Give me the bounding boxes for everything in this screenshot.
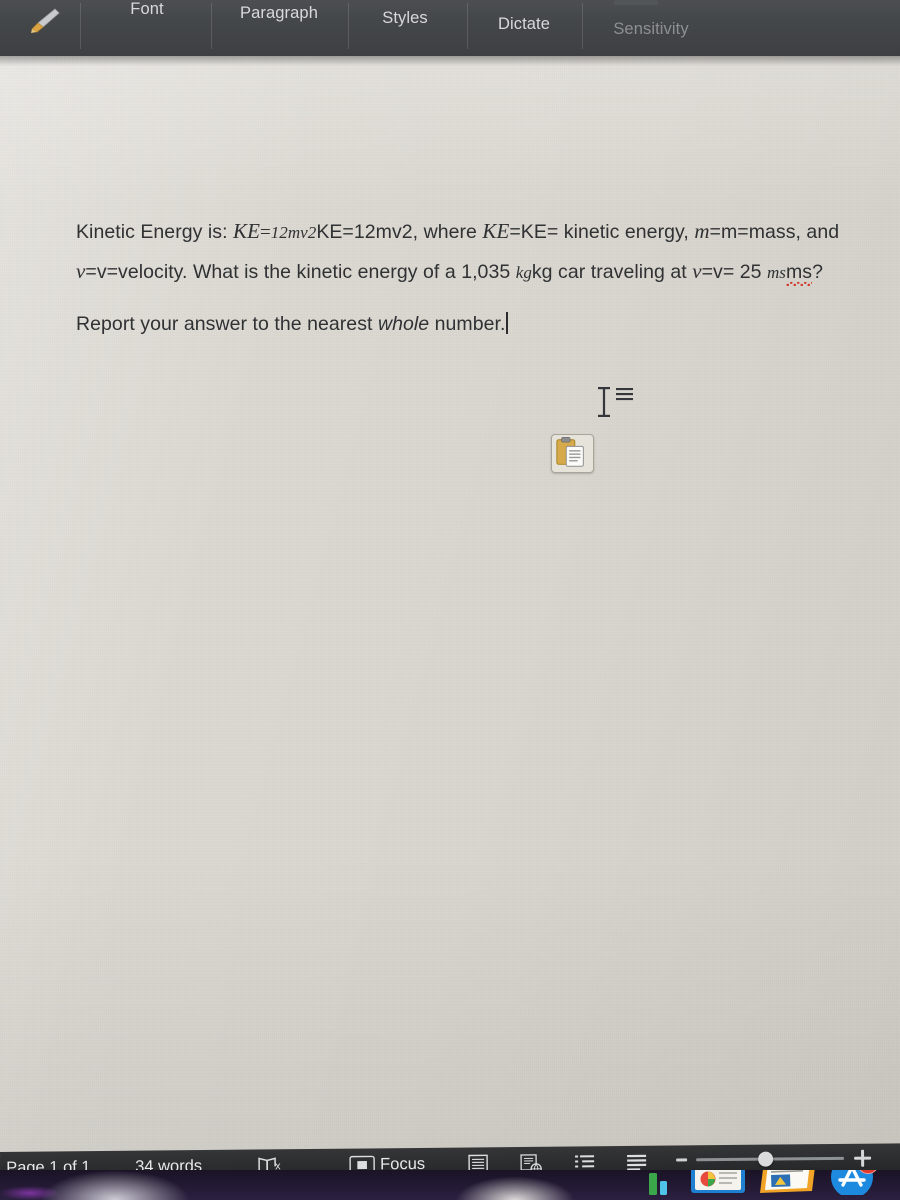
math-v-2: v bbox=[692, 259, 702, 283]
text-segment: kg car traveling at bbox=[531, 261, 693, 283]
math-kg: kg bbox=[515, 263, 532, 282]
document-body-text[interactable]: Kinetic Energy is: KE=12mv2KE=12mv2, whe… bbox=[76, 212, 886, 343]
text-segment: =m=mass, and bbox=[709, 221, 840, 243]
ribbon-divider bbox=[80, 3, 81, 49]
math-ms: ms bbox=[766, 263, 786, 282]
clipboard-paste-icon[interactable] bbox=[551, 434, 594, 473]
zoom-in-button[interactable] bbox=[854, 1150, 871, 1167]
page-top-shadow bbox=[0, 56, 900, 66]
ribbon-group-paragraph-label: Paragraph bbox=[240, 4, 318, 22]
ribbon-group-styles-label: Styles bbox=[382, 9, 428, 27]
math-fraction-fallback: 12mv2 bbox=[270, 223, 317, 242]
math-v-1: v bbox=[76, 259, 86, 283]
zoom-out-button[interactable] bbox=[676, 1158, 688, 1162]
ribbon-divider bbox=[348, 3, 349, 49]
italic-emphasis-whole: whole bbox=[377, 313, 430, 335]
pages-icon[interactable] bbox=[756, 1170, 820, 1200]
text-segment: KE=12mv2, where bbox=[316, 221, 483, 243]
ribbon-group-list: Font Paragraph Styles Dictate Sensitivit… bbox=[0, 0, 900, 56]
macos-dock: 5 bbox=[0, 1170, 900, 1200]
text-segment: Report your answer to the nearest bbox=[76, 313, 378, 335]
document-page[interactable]: Kinetic Energy is: KE=12mv2KE=12mv2, whe… bbox=[0, 56, 900, 1158]
text-segment: =v= 25 bbox=[701, 261, 767, 283]
misspelled-word-ms[interactable]: ms bbox=[785, 261, 813, 286]
ribbon-toolbar: Font Paragraph Styles Dictate Sensitivit… bbox=[0, 0, 900, 56]
text-segment: Kinetic Energy is: bbox=[76, 221, 234, 243]
math-ke-1: KE bbox=[233, 219, 260, 243]
keynote-icon[interactable] bbox=[690, 1170, 746, 1200]
ribbon-group-font[interactable]: Font bbox=[92, 0, 202, 50]
ribbon-group-dictate[interactable]: Dictate bbox=[472, 0, 576, 50]
ribbon-divider bbox=[211, 3, 212, 49]
text-segment: ? bbox=[812, 261, 823, 283]
paragraph-report-answer[interactable]: Report your answer to the nearest whole … bbox=[76, 305, 886, 343]
text-ibeam-cursor bbox=[590, 386, 636, 420]
ribbon-group-paragraph[interactable]: Paragraph bbox=[216, 0, 342, 50]
ribbon-group-styles[interactable]: Styles bbox=[352, 0, 458, 50]
text-segment: =v=velocity. What is the kinetic energy … bbox=[85, 261, 516, 283]
text-caret bbox=[506, 312, 508, 334]
ribbon-divider bbox=[582, 3, 583, 49]
math-equals-1: = bbox=[259, 222, 271, 243]
math-m: m bbox=[694, 219, 710, 243]
word-document-screenshot: Font Paragraph Styles Dictate Sensitivit… bbox=[0, 0, 900, 1200]
text-segment: =KE= kinetic energy, bbox=[509, 221, 695, 243]
math-ke-2: KE bbox=[482, 219, 510, 243]
zoom-slider-handle[interactable] bbox=[758, 1151, 774, 1167]
text-segment: number. bbox=[429, 313, 506, 335]
paragraph-kinetic-energy[interactable]: Kinetic Energy is: KE=12mv2KE=12mv2, whe… bbox=[76, 212, 886, 292]
ribbon-group-sensitivity[interactable]: Sensitivity bbox=[588, 0, 714, 50]
numbers-icon[interactable] bbox=[647, 1170, 681, 1200]
ribbon-group-dictate-label: Dictate bbox=[497, 15, 551, 33]
ribbon-group-font-label: Font bbox=[130, 0, 164, 18]
ribbon-group-sensitivity-label: Sensitivity bbox=[613, 20, 689, 38]
app-store-icon[interactable]: 5 bbox=[824, 1170, 880, 1200]
ribbon-divider bbox=[467, 3, 468, 49]
